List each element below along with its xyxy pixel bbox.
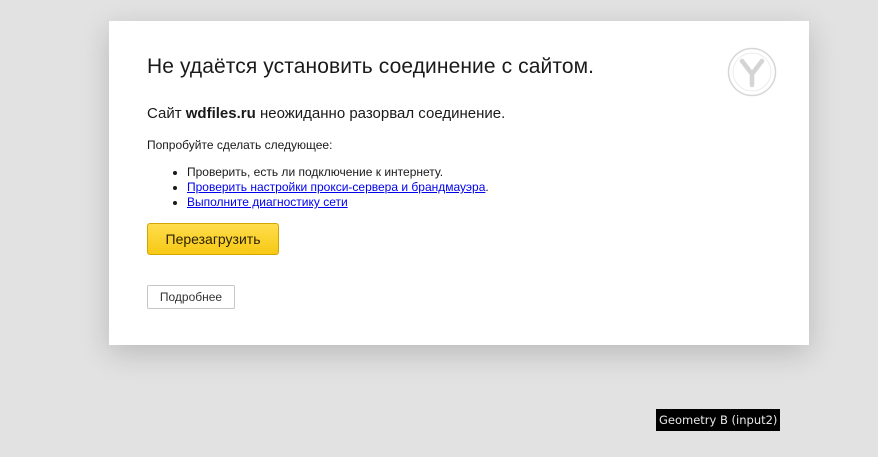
suggestions-heading: Попробуйте сделать следующее: [147, 138, 333, 152]
proxy-firewall-settings-link[interactable]: Проверить настройки прокси-сервера и бра… [187, 180, 485, 194]
network-diagnostics-link[interactable]: Выполните диагностику сети [187, 195, 348, 209]
error-card: Не удаётся установить соединение с сайто… [109, 21, 809, 345]
suggestion-trailing-period: . [485, 180, 489, 194]
suggestion-proxy-firewall: Проверить настройки прокси-сервера и бра… [187, 180, 489, 195]
suggestion-network-diagnostics: Выполните диагностику сети [187, 195, 489, 210]
description-prefix: Сайт [147, 105, 186, 122]
geometry-overlay-label: Geometry B (input2) [656, 409, 781, 431]
suggestions-list: Проверить, есть ли подключение к интерне… [147, 165, 489, 210]
site-host: wdfiles.ru [185, 105, 256, 122]
details-button[interactable]: Подробнее [147, 285, 235, 309]
error-title: Не удаётся установить соединение с сайто… [147, 55, 595, 78]
suggestion-text: Проверить, есть ли подключение к интерне… [187, 165, 444, 179]
error-description: Сайт wdfiles.ru неожиданно разорвал соед… [147, 105, 505, 122]
yandex-browser-logo-icon [727, 47, 777, 97]
reload-button[interactable]: Перезагрузить [147, 223, 279, 255]
description-suffix: неожиданно разорвал соединение. [255, 105, 506, 122]
suggestion-check-connection: Проверить, есть ли подключение к интерне… [187, 165, 489, 180]
